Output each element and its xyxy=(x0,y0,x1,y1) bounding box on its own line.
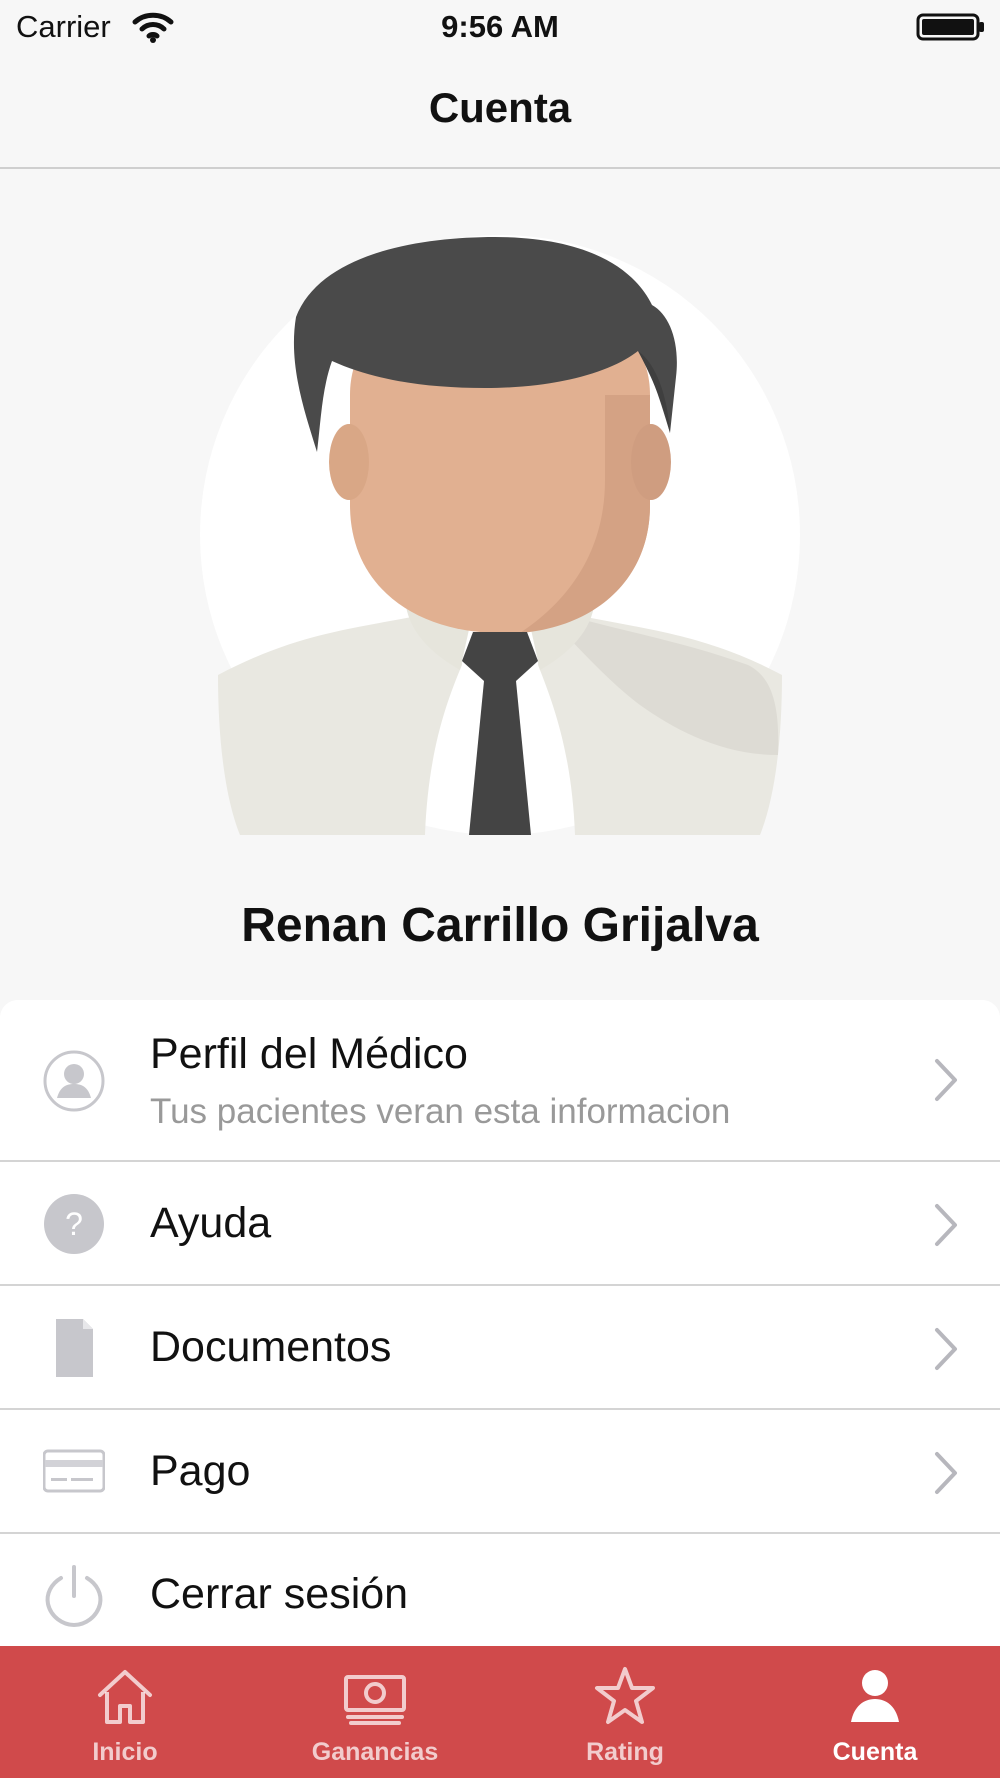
tab-inicio[interactable]: Inicio xyxy=(0,1646,250,1778)
doctor-avatar xyxy=(200,235,800,835)
menu-item-title: Cerrar sesión xyxy=(150,1570,409,1618)
tab-bar: Inicio Ganancias Rating Cuenta xyxy=(0,1646,1000,1778)
power-icon xyxy=(45,1565,103,1627)
menu-item-cerrar-sesion[interactable]: Cerrar sesión xyxy=(0,1534,1000,1646)
menu-item-ayuda[interactable]: ? Ayuda xyxy=(0,1162,1000,1286)
menu-item-title: Ayuda xyxy=(150,1199,272,1247)
tab-label: Ganancias xyxy=(311,1738,439,1766)
account-menu-list: Perfil del Médico Tus pacientes veran es… xyxy=(0,1000,1000,1646)
document-icon xyxy=(56,1319,93,1377)
menu-item-perfil[interactable]: Perfil del Médico Tus pacientes veran es… xyxy=(0,1000,1000,1162)
tab-label: Cuenta xyxy=(832,1738,918,1766)
menu-item-documentos[interactable]: Documentos xyxy=(0,1286,1000,1410)
menu-item-subtitle: Tus pacientes veran esta informacion xyxy=(150,1092,731,1131)
battery-icon xyxy=(916,13,984,41)
account-screen: Carrier 9:56 AM Cuenta Renan Carrillo Gr… xyxy=(0,0,1000,1778)
person-icon xyxy=(851,1670,899,1722)
status-bar: Carrier 9:56 AM xyxy=(0,0,1000,54)
tab-cuenta[interactable]: Cuenta xyxy=(750,1646,1000,1778)
home-icon xyxy=(98,1670,152,1724)
menu-item-pago[interactable]: Pago xyxy=(0,1410,1000,1534)
user-outline-icon xyxy=(43,1050,105,1112)
page-title: Cuenta xyxy=(428,84,572,131)
menu-item-title: Pago xyxy=(150,1447,251,1495)
tab-label: Inicio xyxy=(92,1738,158,1766)
tab-label: Rating xyxy=(586,1738,664,1766)
money-icon xyxy=(344,1675,406,1725)
chevron-right-icon xyxy=(935,1204,957,1246)
status-time: 9:56 AM xyxy=(441,9,559,44)
tab-rating[interactable]: Rating xyxy=(500,1646,750,1778)
menu-item-title: Perfil del Médico xyxy=(150,1030,468,1078)
svg-text:?: ? xyxy=(65,1206,83,1242)
chevron-right-icon xyxy=(935,1452,957,1494)
credit-card-icon xyxy=(43,1449,105,1493)
star-icon xyxy=(595,1667,655,1724)
navigation-bar: Cuenta xyxy=(0,54,1000,169)
help-circle-icon: ? xyxy=(44,1194,104,1254)
profile-name: Renan Carrillo Grijalva xyxy=(241,899,759,952)
chevron-right-icon xyxy=(935,1059,957,1101)
tab-ganancias[interactable]: Ganancias xyxy=(250,1646,500,1778)
chevron-right-icon xyxy=(935,1328,957,1370)
menu-item-title: Documentos xyxy=(150,1323,392,1371)
